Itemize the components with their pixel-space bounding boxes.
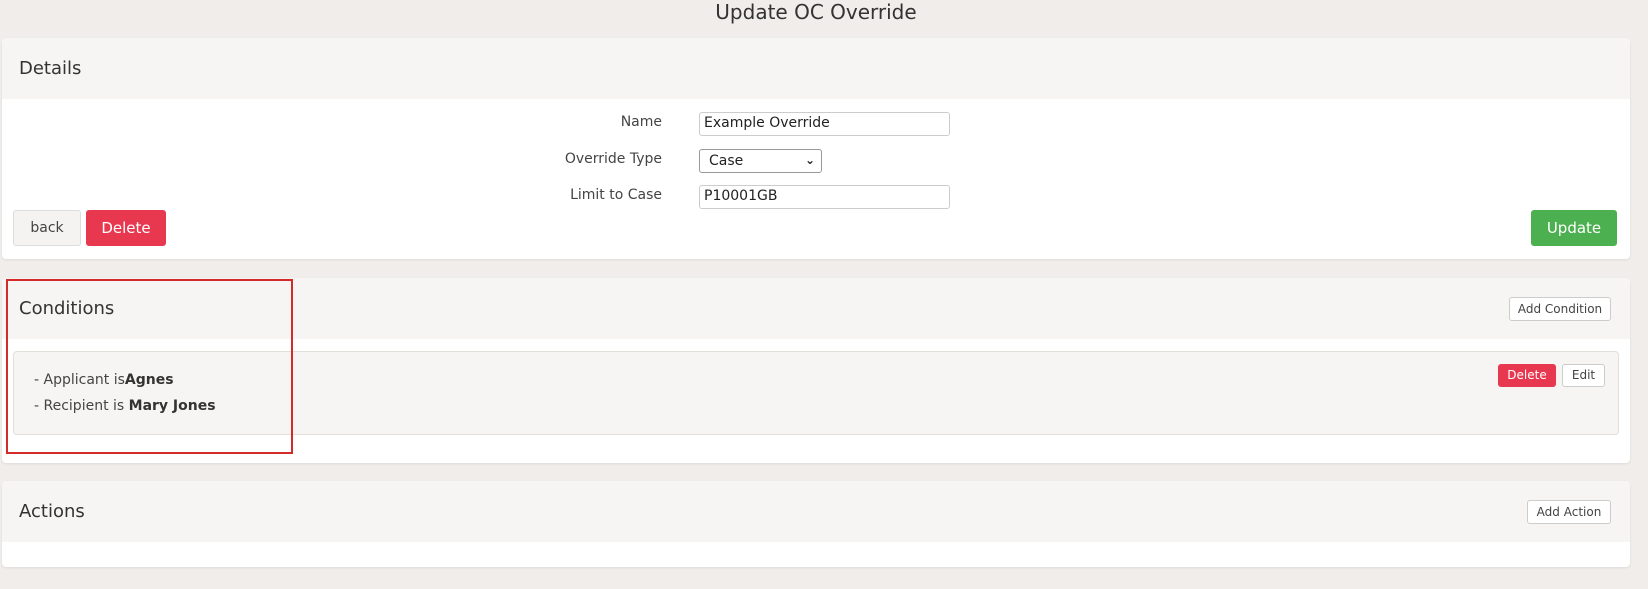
conditions-header: Conditions Add Condition bbox=[2, 278, 1630, 339]
condition-prefix: - Applicant is bbox=[34, 372, 125, 388]
delete-button[interactable]: Delete bbox=[86, 210, 166, 246]
limit-case-input[interactable]: P10001GB bbox=[699, 185, 950, 209]
update-button[interactable]: Update bbox=[1531, 210, 1617, 246]
actions-header: Actions Add Action bbox=[2, 481, 1630, 542]
chevron-down-icon: ⌄ bbox=[804, 153, 815, 167]
name-input[interactable]: Example Override bbox=[699, 112, 950, 136]
details-panel: Details Name Example Override Override T… bbox=[2, 38, 1630, 259]
limit-case-label: Limit to Case bbox=[570, 187, 662, 203]
back-button[interactable]: back bbox=[13, 210, 81, 246]
override-type-select[interactable]: Case ⌄ bbox=[699, 149, 822, 173]
conditions-heading: Conditions bbox=[19, 298, 115, 319]
page-title: Update OC Override bbox=[715, 0, 917, 24]
limit-case-row: Limit to Case bbox=[462, 184, 662, 208]
add-action-button[interactable]: Add Action bbox=[1527, 500, 1611, 524]
add-condition-button[interactable]: Add Condition bbox=[1509, 297, 1611, 321]
name-label: Name bbox=[620, 114, 662, 130]
override-type-value: Case bbox=[709, 153, 744, 169]
conditions-panel: Conditions Add Condition - Applicant isA… bbox=[2, 278, 1630, 463]
actions-heading: Actions bbox=[19, 501, 85, 522]
override-type-label: Override Type bbox=[564, 151, 662, 167]
actions-panel: Actions Add Action bbox=[2, 481, 1630, 567]
condition-edit-button[interactable]: Edit bbox=[1562, 364, 1605, 387]
condition-item: - Applicant isAgnes bbox=[34, 372, 174, 388]
details-header: Details bbox=[2, 38, 1630, 99]
condition-value: Agnes bbox=[124, 372, 174, 388]
condition-delete-button[interactable]: Delete bbox=[1498, 364, 1556, 387]
name-row: Name bbox=[462, 111, 662, 135]
details-heading: Details bbox=[19, 58, 82, 79]
condition-card: - Applicant isAgnes - Recipient is Mary … bbox=[13, 351, 1619, 435]
condition-value: Mary Jones bbox=[128, 398, 216, 414]
override-type-row: Override Type bbox=[462, 148, 662, 172]
condition-prefix: - Recipient is bbox=[34, 398, 129, 414]
condition-item: - Recipient is Mary Jones bbox=[34, 398, 216, 414]
